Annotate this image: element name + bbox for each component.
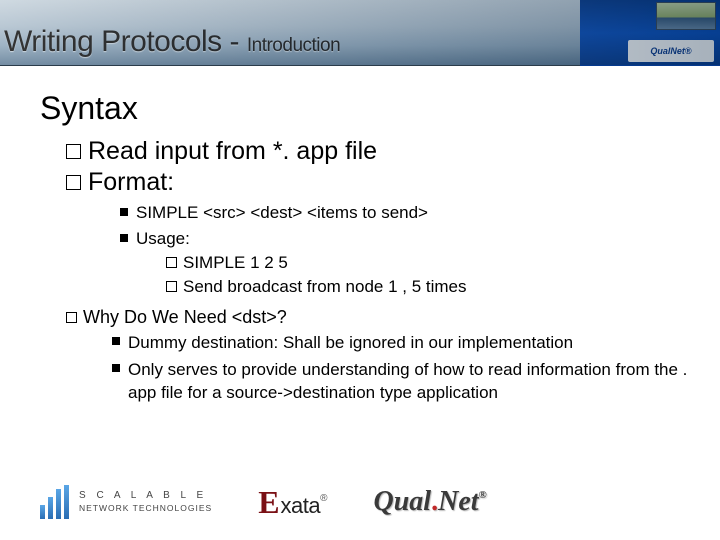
bullet-usage: Usage: (120, 229, 692, 249)
registered-icon: ® (479, 489, 487, 501)
scalable-line2: NETWORK TECHNOLOGIES (79, 503, 212, 514)
bullet-text: SIMPLE <src> <dest> <items to send> (136, 203, 428, 222)
hollow-box-icon (66, 312, 77, 323)
exata-logo: Exata® (258, 484, 327, 521)
bullet-read-input: Read input from *. app file (66, 137, 692, 166)
scalable-line1: S C A L A B L E (79, 490, 212, 503)
title-main: Writing Protocols (4, 25, 222, 58)
hollow-box-icon (66, 144, 81, 159)
slide-body: Syntax Read input from *. app file Forma… (0, 70, 720, 540)
scalable-logo: S C A L A B L E NETWORK TECHNOLOGIES (40, 485, 212, 519)
bullet-text: Format: (88, 168, 174, 196)
header-thumbnail (656, 2, 716, 30)
bullet-text: Read input from *. app file (88, 137, 377, 165)
hollow-box-icon (66, 175, 81, 190)
header-logo: QualNet® (628, 40, 714, 62)
exata-e: E (258, 484, 279, 521)
bullet-simple-syntax: SIMPLE <src> <dest> <items to send> (120, 203, 692, 223)
bullet-why-dst: Why Do We Need <dst>? (66, 307, 692, 328)
bullet-example: SIMPLE 1 2 5 (166, 253, 692, 273)
registered-icon: ® (320, 493, 327, 504)
filled-square-icon (120, 208, 128, 216)
bullet-text: Why Do We Need <dst>? (83, 307, 287, 327)
bullet-explain: Send broadcast from node 1 , 5 times (166, 277, 692, 297)
filled-square-icon (120, 234, 128, 242)
header-bar: Writing Protocols - Introduction QualNet… (0, 0, 720, 66)
qualnet-b: Net (438, 486, 478, 517)
footer-logos: S C A L A B L E NETWORK TECHNOLOGIES Exa… (40, 478, 700, 526)
qualnet-logo: Qual.Net® (374, 486, 487, 518)
bullet-text: SIMPLE 1 2 5 (183, 253, 288, 272)
bullet-only-serves: Only serves to provide understanding of … (112, 359, 692, 405)
hollow-box-icon (166, 281, 177, 292)
slide-title: Writing Protocols - Introduction (4, 25, 340, 59)
qualnet-a: Qual (374, 486, 432, 517)
title-sep: - (222, 25, 247, 58)
bullet-dummy-dst: Dummy destination: Shall be ignored in o… (112, 332, 692, 355)
exata-rest: xata (281, 493, 321, 519)
bullet-text: Usage: (136, 229, 190, 248)
hollow-box-icon (166, 257, 177, 268)
scalable-logo-text: S C A L A B L E NETWORK TECHNOLOGIES (79, 490, 212, 513)
bullet-text: Send broadcast from node 1 , 5 times (183, 277, 467, 296)
bullet-text: Only serves to provide understanding of … (128, 359, 692, 405)
header-corner: QualNet® (580, 0, 720, 66)
title-sub: Introduction (247, 35, 340, 56)
filled-square-icon (112, 337, 120, 345)
filled-square-icon (112, 364, 120, 372)
slide: Writing Protocols - Introduction QualNet… (0, 0, 720, 540)
section-heading: Syntax (40, 90, 692, 127)
bullet-text: Dummy destination: Shall be ignored in o… (128, 332, 692, 355)
bullet-format: Format: (66, 168, 692, 197)
bars-icon (40, 485, 69, 519)
